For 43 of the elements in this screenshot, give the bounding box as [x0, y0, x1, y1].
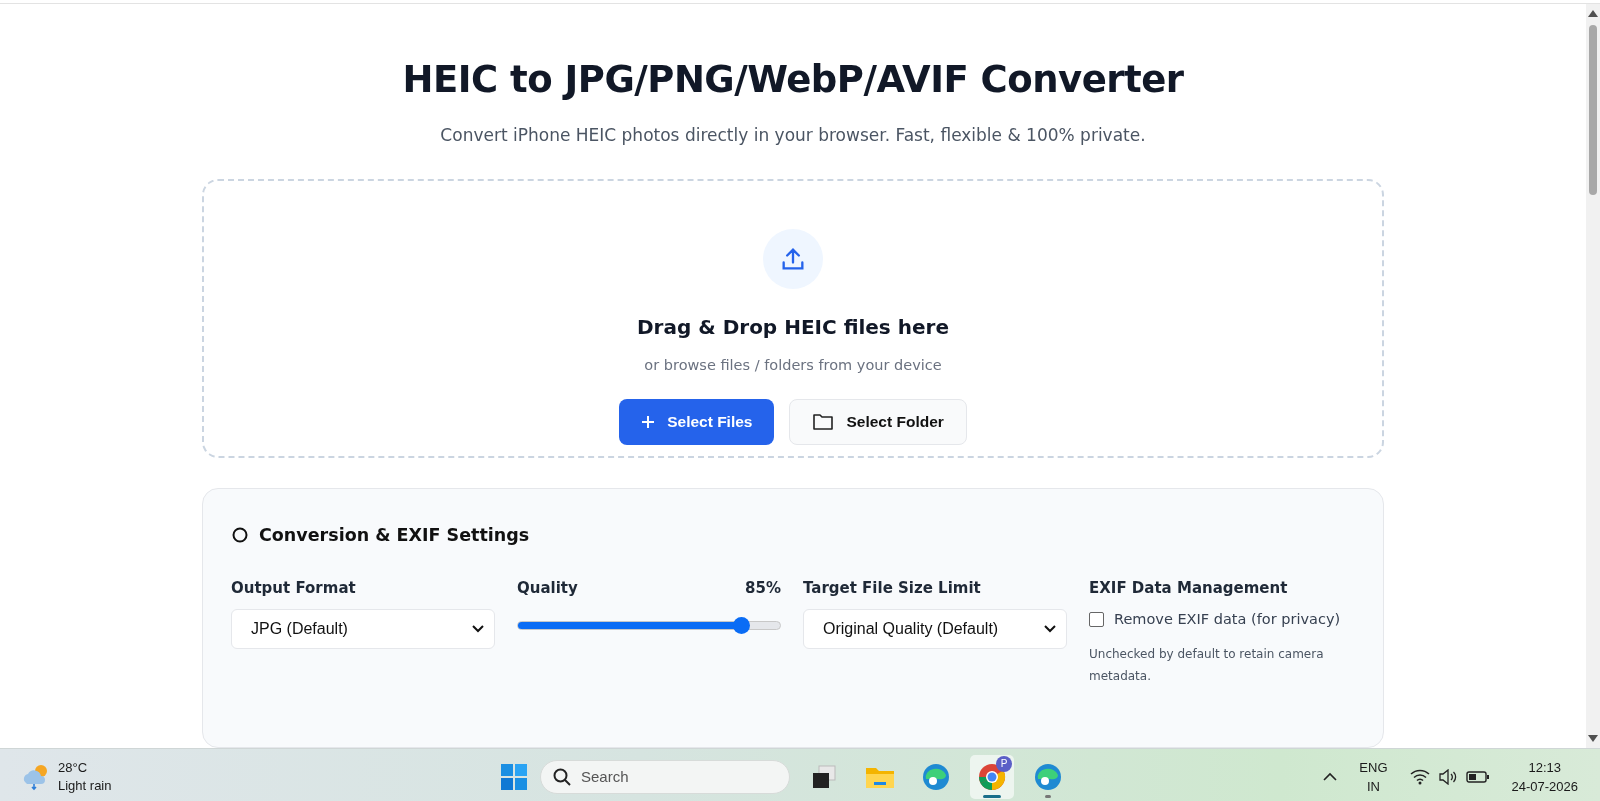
chevron-down-icon [1044, 625, 1056, 633]
quality-reading: 85% [745, 579, 781, 599]
page-title: HEIC to JPG/PNG/WebP/AVIF Converter [402, 58, 1184, 101]
language-indicator: IN [1366, 777, 1380, 796]
output-format-select[interactable]: JPG (Default) [231, 609, 495, 649]
temperature: 28°C [58, 758, 89, 777]
profile-badge: P [996, 755, 1012, 772]
select-folder-button[interactable]: Select Folder [789, 399, 967, 445]
chevron-up-icon[interactable] [1323, 772, 1338, 781]
clock-date[interactable]: 24-07-2026 [1511, 776, 1578, 796]
field-label: Quality [517, 579, 578, 599]
weather-condition: Light rain [58, 776, 112, 795]
exif-note: Unchecked by default to retain camera metadata. [1089, 646, 1325, 685]
size-limit-select[interactable]: Original Quality (Default) [803, 609, 1067, 649]
wifi-icon[interactable] [1409, 768, 1430, 785]
gear-icon [231, 526, 249, 544]
select-files-button[interactable]: Select Files [619, 399, 775, 445]
field-label: Target File Size Limit [803, 579, 981, 599]
page-subtitle: Convert iPhone HEIC photos directly in your browser. Fast, flexible & 100% private. [440, 125, 1146, 145]
plus-icon [641, 415, 656, 429]
remove-exif-checkbox[interactable] [1089, 611, 1104, 627]
clock-time[interactable]: 12:13 [1528, 757, 1561, 777]
task-view-icon [811, 763, 837, 790]
browser-icon [1034, 762, 1062, 791]
drop-zone[interactable]: Drag & Drop HEIC files here or browse files / folders from your device Select Files Select Folder [202, 179, 1384, 458]
slider-thumb[interactable] [732, 617, 750, 634]
chevron-down-icon [472, 625, 484, 633]
settings-title: Conversion & EXIF Settings [259, 525, 530, 545]
scrollbar[interactable] [1586, 4, 1600, 748]
taskbar-search-field[interactable]: Search [540, 759, 790, 794]
drop-heading: Drag & Drop HEIC files here [637, 315, 949, 339]
field-label: EXIF Data Management [1089, 579, 1288, 599]
battery-icon[interactable] [1465, 769, 1490, 784]
language-indicator: ENG [1359, 758, 1388, 777]
volume-icon[interactable] [1437, 768, 1458, 785]
browser-icon [922, 762, 950, 791]
taskbar-app[interactable]: P [970, 754, 1014, 799]
windows-start-icon[interactable] [500, 762, 528, 791]
checkbox-label[interactable]: Remove EXIF data (for privacy) [1114, 611, 1341, 627]
field-label: Output Format [231, 579, 356, 599]
drop-hint: or browse files / folders from your device [644, 357, 942, 373]
search-icon [553, 767, 571, 786]
folder-icon [812, 413, 835, 431]
